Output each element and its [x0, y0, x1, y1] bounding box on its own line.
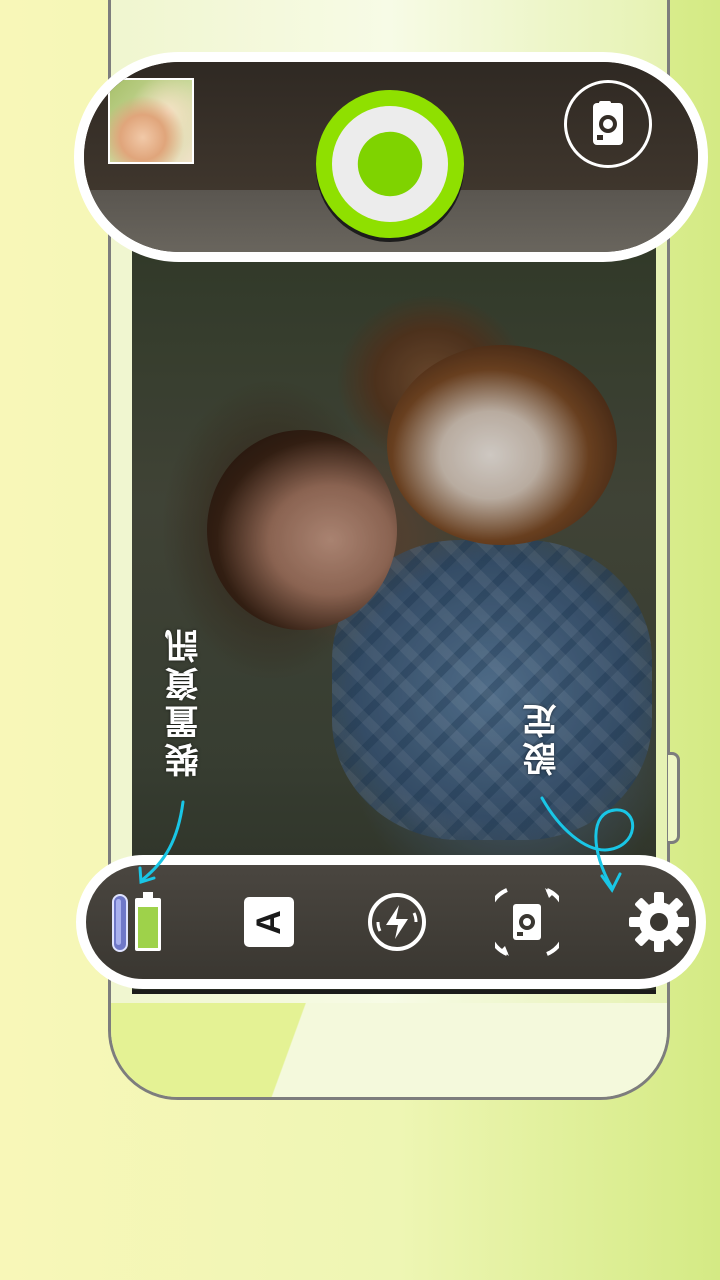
- flash-button[interactable]: [354, 879, 440, 965]
- rotate-camera-icon: [495, 888, 559, 956]
- gear-icon: [629, 892, 689, 952]
- camera-switch-icon: [593, 101, 623, 145]
- bottom-control-bar: A: [76, 855, 706, 989]
- settings-button[interactable]: [616, 879, 702, 965]
- auto-mode-button[interactable]: A: [226, 879, 312, 965]
- switch-camera-button[interactable]: [564, 80, 652, 168]
- battery-icon: [112, 892, 161, 952]
- device-info-button[interactable]: [94, 879, 180, 965]
- rotate-camera-button[interactable]: [484, 879, 570, 965]
- settings-annotation: 設定: [523, 700, 563, 776]
- phone-side-button: [668, 752, 680, 844]
- auto-mode-label: A: [249, 909, 288, 935]
- phone-lower-panel: [111, 1003, 667, 1097]
- device-info-annotation: 裝置資訊: [165, 625, 205, 777]
- gallery-thumbnail[interactable]: [108, 78, 194, 164]
- flash-auto-icon: [368, 893, 426, 951]
- shutter-button[interactable]: [316, 90, 464, 238]
- top-control-bar: [74, 52, 708, 262]
- shutter-core: [357, 131, 423, 197]
